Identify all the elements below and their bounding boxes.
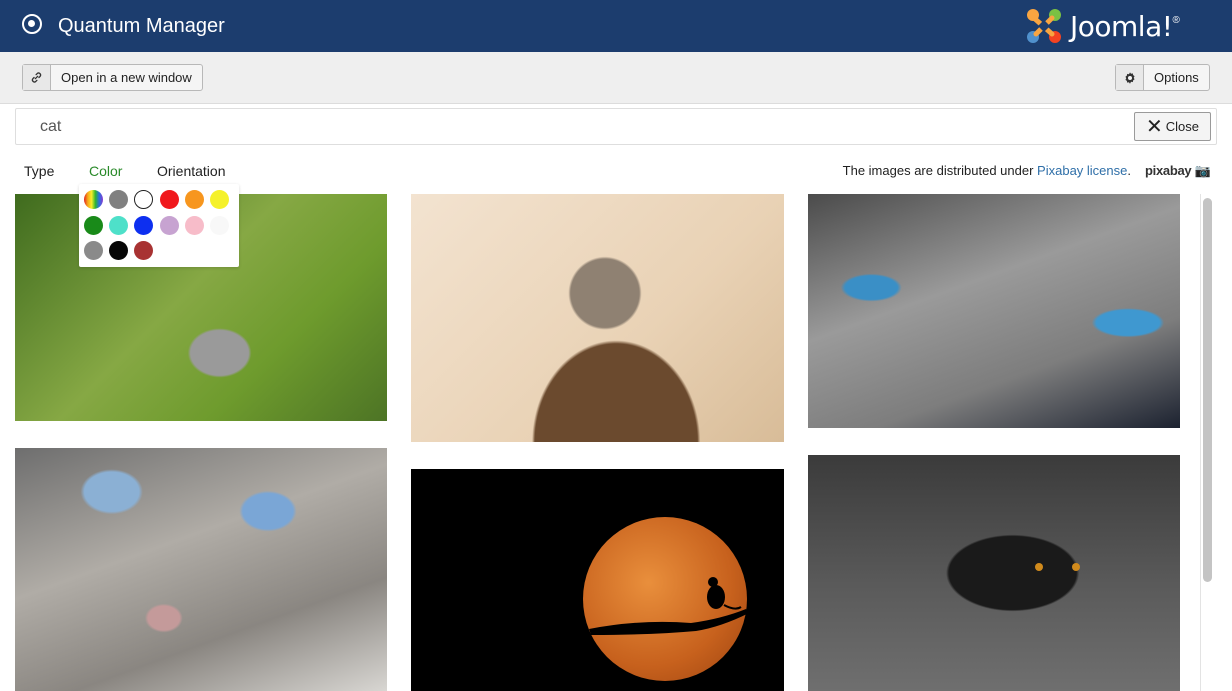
gear-icon	[1116, 65, 1144, 90]
registered-mark: ®	[1172, 14, 1180, 26]
color-swatch-transparent[interactable]	[134, 190, 153, 209]
color-swatch-yellow[interactable]	[210, 190, 229, 209]
filter-color[interactable]: Color	[89, 163, 122, 179]
color-swatch-turquoise[interactable]	[109, 216, 128, 235]
color-swatch-blue[interactable]	[134, 216, 153, 235]
close-label: Close	[1165, 119, 1199, 134]
close-icon: ✕	[1145, 115, 1163, 138]
color-swatch-white[interactable]	[210, 216, 229, 235]
open-new-window-label: Open in a new window	[61, 70, 192, 85]
color-swatch-brown[interactable]	[134, 241, 153, 260]
license-suffix: .	[1127, 163, 1131, 178]
options-label: Options	[1154, 70, 1199, 85]
image-cat-silhouette-moon[interactable]	[411, 469, 784, 691]
app-header: Quantum Manager Joomla! ®	[0, 0, 1232, 52]
image-cat-face-blue-eyes[interactable]	[15, 448, 387, 691]
app-title: Quantum Manager	[58, 15, 225, 37]
color-swatch-lilac[interactable]	[160, 216, 179, 235]
link-icon	[23, 65, 51, 90]
filter-orientation[interactable]: Orientation	[157, 163, 225, 179]
branch-silhouette	[589, 577, 749, 635]
color-swatch-rainbow[interactable]	[84, 190, 103, 209]
color-swatch-orange[interactable]	[185, 190, 204, 209]
license-prefix: The images are distributed under	[842, 163, 1038, 178]
color-swatch-red[interactable]	[160, 190, 179, 209]
search-input[interactable]	[16, 109, 1126, 144]
image-cat-blue-eyes-closeup[interactable]	[808, 194, 1180, 428]
scrollbar-thumb[interactable]	[1203, 198, 1212, 582]
close-button[interactable]: ✕ Close	[1134, 112, 1211, 141]
camera-icon: 📷	[1194, 163, 1211, 178]
color-swatch-gray[interactable]	[84, 241, 103, 260]
image-black-cat-lying[interactable]	[808, 455, 1180, 691]
color-swatch-grey[interactable]	[109, 190, 128, 209]
color-swatch-black[interactable]	[109, 241, 128, 260]
pixabay-license-link[interactable]: Pixabay license	[1037, 163, 1127, 178]
open-new-window-button[interactable]: Open in a new window	[22, 64, 203, 91]
joomla-logo-icon	[1027, 9, 1061, 43]
color-swatch-pink[interactable]	[185, 216, 204, 235]
options-button[interactable]: Options	[1115, 64, 1210, 91]
image-kitten-looking-up[interactable]	[411, 194, 784, 442]
target-icon	[22, 14, 42, 34]
joomla-logo: Joomla! ®	[1024, 6, 1180, 46]
color-palette-dropdown	[79, 184, 239, 267]
search-bar: ✕ Close	[15, 108, 1217, 145]
joomla-logo-text: Joomla!	[1070, 9, 1173, 43]
filter-type[interactable]: Type	[24, 163, 54, 179]
license-notice: The images are distributed under Pixabay…	[843, 163, 1131, 178]
color-swatch-green[interactable]	[84, 216, 103, 235]
toolbar: Open in a new window Options	[0, 52, 1232, 104]
pixabay-logo: pixabay 📷	[1145, 163, 1211, 179]
pixabay-brand: pixabay	[1145, 163, 1192, 178]
cat-eyes	[1035, 563, 1080, 571]
